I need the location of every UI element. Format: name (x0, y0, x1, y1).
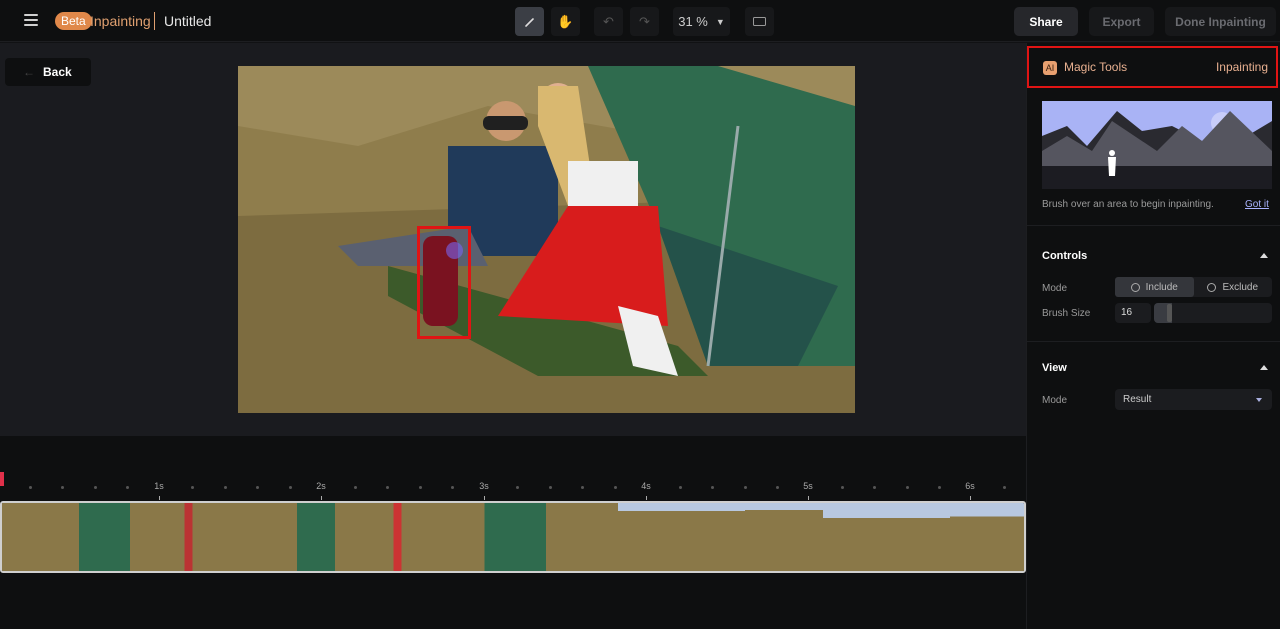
mode-label: Inpainting (90, 13, 151, 29)
clip-frame (2, 503, 130, 571)
hand-icon: ✋ (557, 13, 574, 29)
export-button[interactable]: Export (1089, 7, 1154, 36)
playhead[interactable] (0, 472, 4, 486)
done-inpainting-button[interactable]: Done Inpainting (1165, 7, 1276, 36)
clip-frame (130, 503, 208, 571)
active-tool-label: Inpainting (1215, 60, 1268, 74)
slider-knob[interactable] (1167, 304, 1172, 322)
tick-label: 6s (965, 481, 975, 491)
zoom-dropdown[interactable]: 31 % ▼ (673, 7, 730, 36)
keyboard-shortcuts-button[interactable] (745, 7, 774, 36)
redo-icon: ↷ (639, 13, 650, 29)
ai-icon: AI (1043, 61, 1057, 75)
tick-label: 1s (154, 481, 164, 491)
collapse-view-icon[interactable] (1260, 365, 1268, 370)
magic-tools-header[interactable]: AI Magic Tools Inpainting (1027, 46, 1278, 88)
hint-text: Brush over an area to begin inpainting. (1042, 199, 1214, 210)
divider (1027, 225, 1280, 226)
brush-tool-button[interactable] (515, 7, 544, 36)
undo-button[interactable]: ↶ (594, 7, 623, 36)
controls-heading: Controls (1042, 250, 1088, 262)
plus-circle-icon (1130, 282, 1140, 292)
hand-tool-button[interactable]: ✋ (551, 7, 580, 36)
chevron-down-icon: ▼ (715, 16, 725, 27)
clip-frame (208, 503, 335, 571)
undo-icon: ↶ (603, 13, 614, 29)
clip-frame (950, 503, 1024, 571)
brush-cursor (446, 242, 463, 259)
minus-circle-icon (1207, 282, 1217, 292)
tick-label: 5s (803, 481, 813, 491)
view-heading: View (1042, 362, 1067, 374)
back-button[interactable]: ← Back (5, 58, 91, 86)
selection-box (417, 226, 471, 339)
divider (1027, 341, 1280, 342)
tick-label: 4s (641, 481, 651, 491)
arrow-left-icon: ← (23, 65, 35, 79)
divider (154, 12, 155, 30)
timeline-ruler[interactable]: 1s 2s 3s 4s 5s 6s (0, 472, 1026, 500)
video-preview[interactable] (238, 66, 855, 413)
menu-icon[interactable] (24, 14, 38, 26)
mode-toggle: Include Exclude (1115, 277, 1272, 297)
include-button[interactable]: Include (1115, 277, 1194, 297)
brush-icon (524, 17, 534, 27)
clip-frame (413, 503, 618, 571)
keyboard-icon (753, 17, 766, 26)
video-clip[interactable] (0, 501, 1026, 573)
clip-frame (823, 503, 950, 571)
view-mode-select[interactable]: Result (1115, 389, 1272, 410)
mode-label: Mode (1042, 283, 1068, 294)
inpainting-illustration (1042, 101, 1272, 189)
zoom-value: 31 % (678, 14, 708, 29)
magic-tools-label: Magic Tools (1064, 60, 1128, 74)
project-title[interactable]: Untitled (164, 13, 211, 29)
tick-label: 2s (316, 481, 326, 491)
exclude-button[interactable]: Exclude (1194, 277, 1273, 297)
clip-frame (335, 503, 413, 571)
clip-frame (618, 503, 745, 571)
beta-badge: Beta (55, 12, 92, 30)
scene-image (238, 66, 855, 413)
got-it-link[interactable]: Got it (1245, 199, 1269, 210)
brush-size-slider[interactable] (1154, 303, 1272, 323)
share-button[interactable]: Share (1014, 7, 1078, 36)
side-panel: AI Magic Tools Inpainting Brush over an a… (1026, 43, 1280, 629)
clip-frame (745, 503, 823, 571)
chevron-down-icon (1256, 398, 1262, 402)
brush-size-input[interactable]: 16 (1115, 303, 1151, 323)
redo-button[interactable]: ↷ (630, 7, 659, 36)
tick-label: 3s (479, 481, 489, 491)
view-mode-label: Mode (1042, 395, 1068, 406)
back-label: Back (43, 65, 72, 79)
collapse-controls-icon[interactable] (1260, 253, 1268, 258)
brush-size-label: Brush Size (1042, 308, 1091, 319)
top-bar: Beta Inpainting Untitled ✋ ↶ ↷ 31 % ▼ Sh… (0, 0, 1280, 42)
